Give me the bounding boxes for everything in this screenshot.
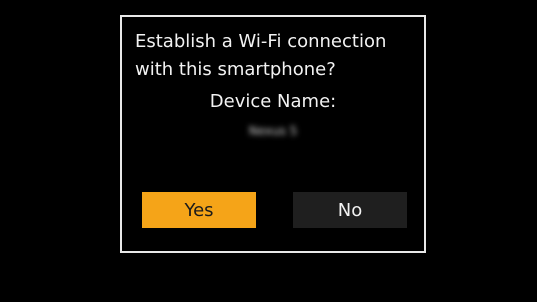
no-button-label: No bbox=[337, 199, 363, 221]
camera-screen: Establish a Wi-Fi connection with this s… bbox=[0, 0, 537, 302]
yes-button[interactable]: Yes bbox=[142, 192, 256, 228]
no-button[interactable]: No bbox=[293, 192, 407, 228]
device-name-label: Device Name: bbox=[209, 91, 337, 112]
dialog-message: Establish a Wi-Fi connection with this s… bbox=[135, 28, 425, 84]
dialog-message-line-1: Establish a Wi-Fi connection bbox=[135, 31, 387, 52]
dialog-message-line-2: with this smartphone? bbox=[135, 59, 336, 80]
yes-button-label: Yes bbox=[184, 199, 214, 221]
device-name-value: Nexus 5 bbox=[248, 124, 298, 138]
wifi-connection-dialog: Establish a Wi-Fi connection with this s… bbox=[120, 15, 426, 253]
